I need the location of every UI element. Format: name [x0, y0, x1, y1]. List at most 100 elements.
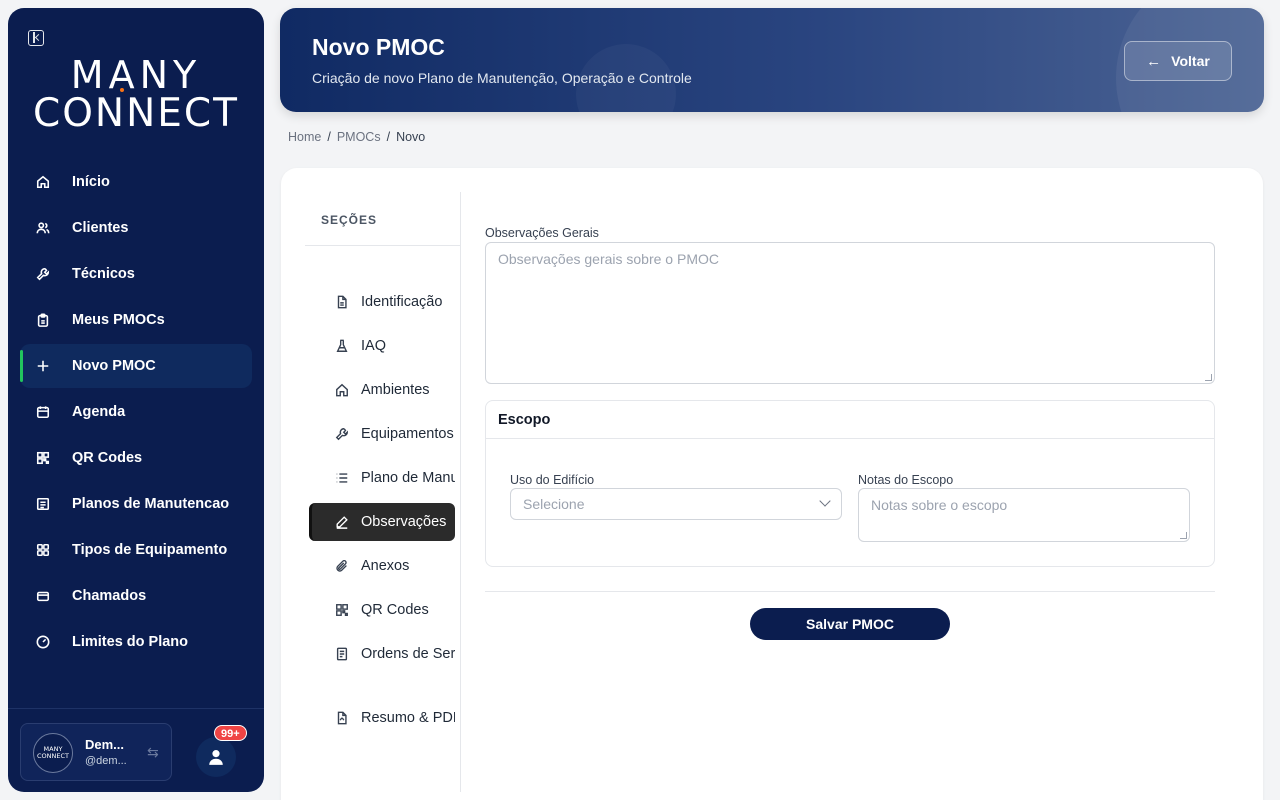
breadcrumb: Home / PMOCs / Novo	[288, 130, 425, 144]
avatar: MANY CONNECT	[33, 733, 73, 773]
sidebar-item-qr-codes[interactable]: QR Codes	[20, 436, 252, 480]
section-plano-manutencao[interactable]: Plano de Manutenção	[309, 459, 455, 497]
logo-dot	[120, 88, 124, 92]
breadcrumb-home[interactable]: Home	[288, 130, 321, 144]
sidebar-item-clientes[interactable]: Clientes	[20, 206, 252, 250]
obs-placeholder: Observações gerais sobre o PMOC	[498, 251, 719, 267]
notifications-badge: 99+	[214, 725, 247, 741]
section-label: QR Codes	[361, 602, 429, 618]
page-subtitle: Criação de novo Plano de Manutenção, Ope…	[312, 70, 692, 86]
pdf-icon	[337, 711, 347, 725]
section-ordens-servico[interactable]: Ordens de Serviço	[309, 635, 455, 673]
section-qr-codes[interactable]: QR Codes	[309, 591, 455, 629]
sidebar-item-chamados[interactable]: Chamados	[20, 574, 252, 618]
chevron-down-icon	[819, 495, 831, 507]
section-equipamentos[interactable]: Equipamentos	[309, 415, 455, 453]
pen-icon	[336, 516, 348, 529]
section-label: Anexos	[361, 558, 410, 574]
user-name: Dem...	[85, 737, 125, 752]
section-label: Ordens de Serviço	[361, 646, 455, 662]
list-icon	[36, 497, 50, 511]
sidebar-item-label: Clientes	[72, 220, 129, 236]
brand-logo: MANY CONNECT	[32, 56, 240, 133]
sidebar-item-limites[interactable]: Limites do Plano	[20, 620, 252, 664]
sidebar-item-label: Técnicos	[72, 266, 135, 282]
section-observacoes[interactable]: Observações	[309, 503, 455, 541]
obs-label: Observações Gerais	[485, 226, 599, 240]
arrow-left-icon: ←	[1146, 52, 1162, 70]
wrench-icon	[36, 267, 50, 281]
uso-placeholder: Selecione	[523, 496, 585, 512]
paperclip-icon	[336, 560, 347, 572]
sections-nav: SEÇÕES Identificação IAQ Ambientes Equip…	[305, 192, 461, 792]
obs-textarea[interactable]: Observações gerais sobre o PMOC	[485, 242, 1215, 384]
sidebar-item-label: Início	[72, 174, 110, 190]
section-ambientes[interactable]: Ambientes	[309, 371, 455, 409]
sidebar-nav: Início Clientes Técnicos Meus PMOCs Novo…	[20, 160, 252, 666]
brand-line2: CONNECT	[33, 91, 239, 136]
section-label: Resumo & PDF	[361, 710, 455, 726]
uso-label: Uso do Edifício	[510, 473, 595, 487]
section-label: Plano de Manutenção	[361, 470, 455, 486]
document-icon	[336, 647, 348, 661]
resize-handle-icon[interactable]	[1180, 532, 1187, 539]
sections-title: SEÇÕES	[321, 213, 378, 227]
grid-icon	[36, 543, 50, 557]
clipboard-icon	[36, 313, 50, 327]
back-button-label: Voltar	[1171, 53, 1210, 69]
divider	[485, 591, 1215, 592]
gauge-icon	[36, 635, 50, 649]
user-icon	[209, 750, 223, 765]
sidebar: MANY CONNECT Início Clientes Técnicos Me…	[8, 8, 264, 792]
breadcrumb-separator: /	[327, 130, 331, 144]
sidebar-collapse-icon[interactable]	[28, 30, 44, 46]
form-card: SEÇÕES Identificação IAQ Ambientes Equip…	[281, 168, 1263, 800]
escopo-title: Escopo	[498, 412, 551, 428]
sidebar-item-planos[interactable]: Planos de Manutencao	[20, 482, 252, 526]
sidebar-item-label: Planos de Manutencao	[72, 496, 230, 512]
sidebar-item-label: Chamados	[72, 588, 147, 604]
breadcrumb-pmocs[interactable]: PMOCs	[337, 130, 381, 144]
sidebar-item-tipos-equipamento[interactable]: Tipos de Equipamento	[20, 528, 252, 572]
back-button[interactable]: ← Voltar	[1124, 41, 1232, 81]
section-label: Equipamentos	[361, 426, 454, 442]
page-title: Novo PMOC	[312, 34, 445, 60]
sidebar-item-inicio[interactable]: Início	[20, 160, 252, 204]
sidebar-footer: MANY CONNECT Dem... @dem... ⇆ 99+	[8, 708, 264, 792]
switch-account-icon[interactable]: ⇆	[147, 744, 159, 761]
qrcode-icon	[36, 451, 50, 465]
notifications-button[interactable]	[196, 737, 236, 777]
sidebar-item-label: Novo PMOC	[72, 358, 156, 374]
section-resumo-pdf[interactable]: Resumo & PDF	[309, 699, 455, 737]
sidebar-item-label: Meus PMOCs	[72, 312, 165, 328]
home-icon	[336, 383, 348, 397]
user-handle: @dem...	[85, 755, 127, 767]
sidebar-item-label: Limites do Plano	[72, 634, 189, 650]
users-icon	[36, 221, 50, 235]
home-icon	[36, 175, 50, 189]
section-identificacao[interactable]: Identificação	[309, 283, 455, 321]
sidebar-item-tecnicos[interactable]: Técnicos	[20, 252, 252, 296]
section-anexos[interactable]: Anexos	[309, 547, 455, 585]
save-button[interactable]: Salvar PMOC	[750, 608, 950, 640]
sidebar-item-novo-pmoc[interactable]: Novo PMOC	[20, 344, 252, 388]
user-card[interactable]: MANY CONNECT Dem... @dem... ⇆	[20, 723, 172, 781]
sidebar-item-meus-pmocs[interactable]: Meus PMOCs	[20, 298, 252, 342]
section-label: Ambientes	[361, 382, 430, 398]
breadcrumb-separator: /	[386, 130, 391, 144]
calendar-icon	[36, 405, 50, 419]
sidebar-item-label: QR Codes	[72, 450, 143, 466]
brand-line1: MANY	[70, 53, 202, 97]
notas-textarea[interactable]: Notas sobre o escopo	[858, 488, 1190, 542]
page-header: Novo PMOC Criação de novo Plano de Manut…	[280, 8, 1264, 112]
uso-select[interactable]: Selecione	[510, 488, 842, 520]
section-iaq[interactable]: IAQ	[309, 327, 455, 365]
sidebar-item-label: Agenda	[72, 404, 126, 420]
sidebar-item-agenda[interactable]: Agenda	[20, 390, 252, 434]
resize-handle-icon[interactable]	[1205, 374, 1212, 381]
avatar-line2: CONNECT	[37, 752, 69, 760]
escopo-panel: Escopo Uso do Edifício Selecione Notas d…	[485, 400, 1215, 567]
wrench-icon	[335, 428, 348, 441]
breadcrumb-current: Novo	[396, 130, 426, 144]
notas-placeholder: Notas sobre o escopo	[871, 497, 1008, 513]
